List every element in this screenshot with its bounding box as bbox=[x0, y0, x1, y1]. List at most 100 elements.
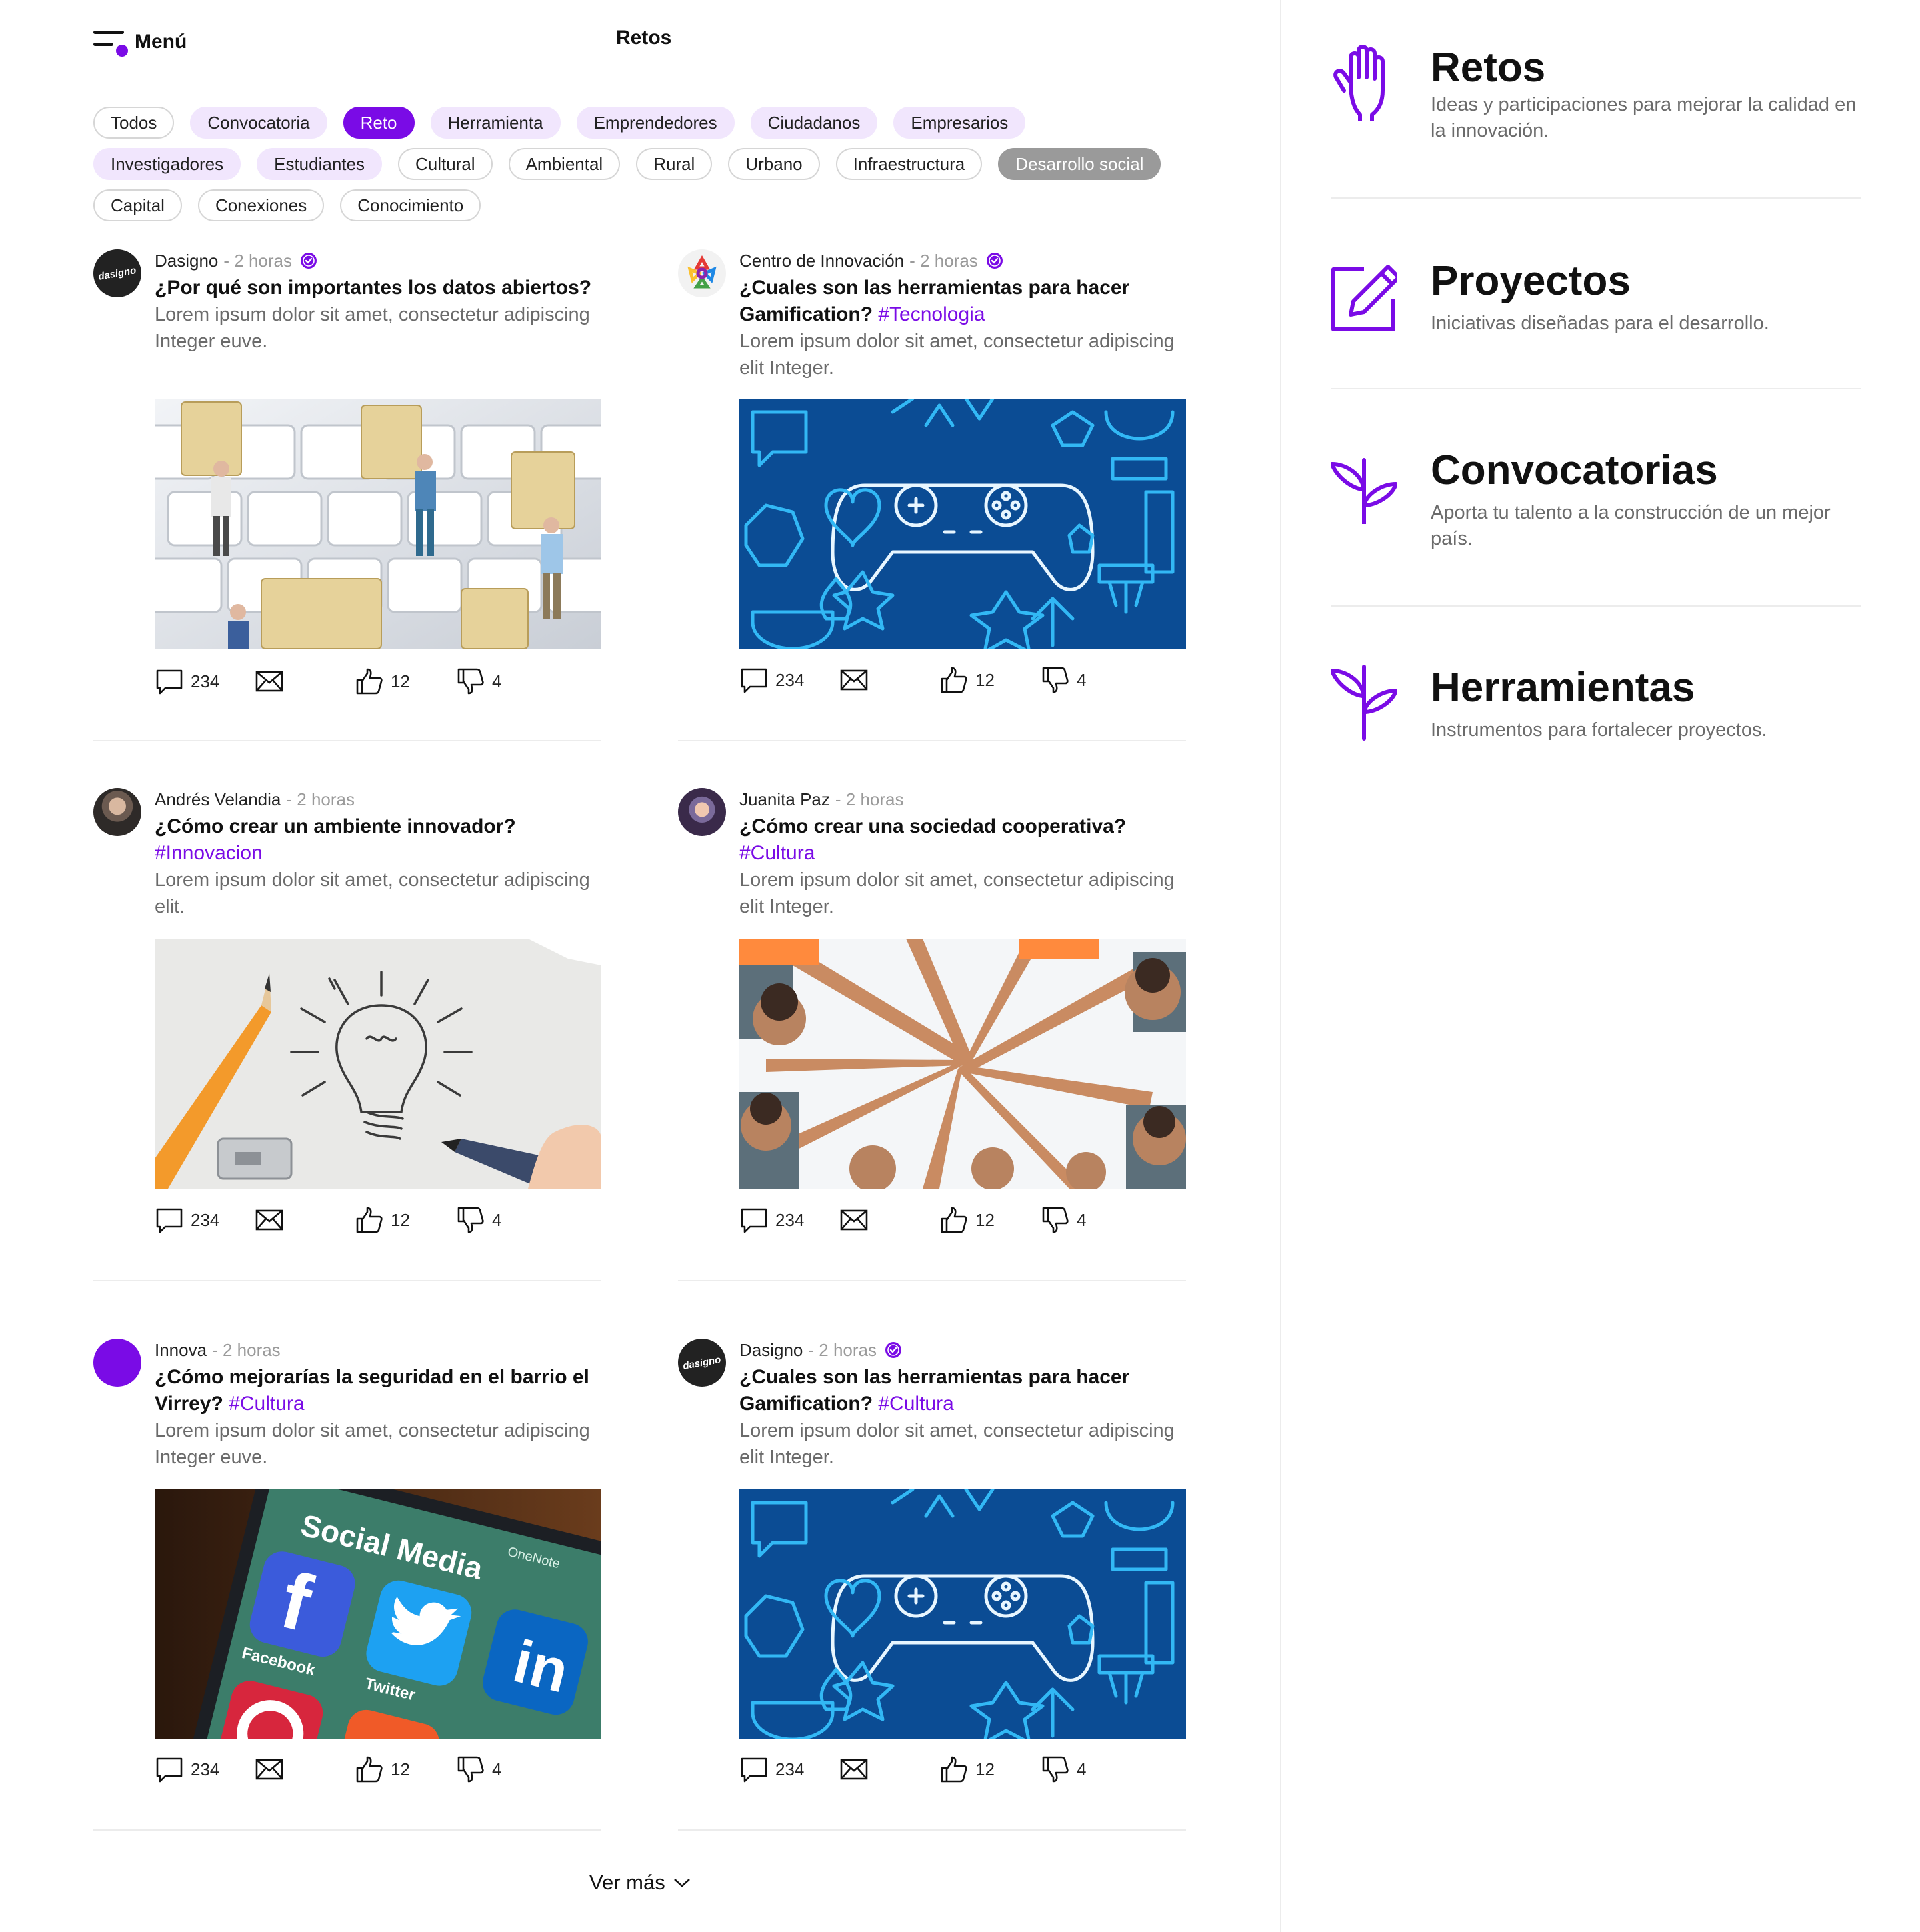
see-more-button[interactable]: Ver más bbox=[589, 1871, 691, 1895]
filter-chips: Todos Convocatoria Reto Herramienta Empr… bbox=[93, 107, 1227, 231]
chip-conexiones[interactable]: Conexiones bbox=[197, 189, 325, 221]
post-title[interactable]: ¿Por qué son importantes los datos abier… bbox=[155, 275, 608, 301]
comment-button[interactable]: 234 bbox=[155, 1753, 219, 1785]
chip-estudiantes[interactable]: Estudiantes bbox=[257, 148, 382, 180]
chip-capital[interactable]: Capital bbox=[93, 189, 182, 221]
share-mail-button[interactable] bbox=[255, 665, 284, 697]
sidebar-title: Herramientas bbox=[1431, 665, 1695, 711]
like-button[interactable]: 12 bbox=[939, 1204, 995, 1236]
post-title[interactable]: ¿Cuales son las herramientas para hacer … bbox=[739, 1364, 1193, 1417]
chip-ambiental[interactable]: Ambiental bbox=[508, 148, 621, 180]
chip-cultural[interactable]: Cultural bbox=[397, 148, 493, 180]
post-description: Lorem ipsum dolor sit amet, consectetur … bbox=[155, 869, 590, 917]
chip-todos[interactable]: Todos bbox=[93, 107, 175, 139]
comment-icon bbox=[155, 667, 184, 696]
like-button[interactable]: 12 bbox=[355, 665, 410, 697]
chip-urbano[interactable]: Urbano bbox=[728, 148, 820, 180]
share-mail-button[interactable] bbox=[255, 1204, 284, 1236]
chip-empresarios[interactable]: Empresarios bbox=[893, 107, 1026, 139]
like-button[interactable]: 12 bbox=[355, 1204, 410, 1236]
chip-infraestructura[interactable]: Infraestructura bbox=[835, 148, 983, 180]
mail-icon bbox=[255, 1755, 284, 1784]
thumbs-down-icon bbox=[456, 1755, 485, 1784]
post-image[interactable]: Social Media OneNote f Facebook Twitter … bbox=[155, 1489, 601, 1739]
author-name[interactable]: Centro de Innovación bbox=[739, 251, 904, 271]
dislike-button[interactable]: 4 bbox=[1041, 664, 1086, 696]
share-mail-button[interactable] bbox=[839, 1204, 869, 1236]
share-mail-button[interactable] bbox=[255, 1753, 284, 1785]
author-name[interactable]: Dasigno bbox=[739, 1340, 803, 1361]
post-description: Lorem ipsum dolor sit amet, consectetur … bbox=[155, 304, 590, 352]
hashtag-link[interactable]: #Cultura bbox=[229, 1393, 304, 1415]
chip-desarrollo-social[interactable]: Desarrollo social bbox=[998, 148, 1161, 180]
sidebar-description: Iniciativas diseñadas para el desarrollo… bbox=[1431, 313, 1769, 334]
post-title[interactable]: ¿Cómo crear una sociedad cooperativa? #Cu… bbox=[739, 813, 1193, 867]
hand-icon bbox=[1333, 45, 1385, 121]
post-title[interactable]: ¿Cómo crear un ambiente innovador? #Innov… bbox=[155, 813, 608, 867]
mail-icon bbox=[839, 1205, 869, 1235]
dislike-button[interactable]: 4 bbox=[1041, 1204, 1086, 1236]
chip-rural[interactable]: Rural bbox=[636, 148, 713, 180]
like-button[interactable]: 12 bbox=[939, 664, 995, 696]
post-time: - 2 horas bbox=[808, 1339, 877, 1360]
author-name[interactable]: Juanita Paz bbox=[739, 789, 830, 810]
thumbs-up-icon bbox=[939, 665, 969, 695]
post-time: - 2 horas bbox=[212, 1339, 281, 1360]
menu-button[interactable]: Menú bbox=[93, 27, 187, 57]
chip-herramienta[interactable]: Herramienta bbox=[430, 107, 561, 139]
comment-button[interactable]: 234 bbox=[739, 664, 804, 696]
chip-reto[interactable]: Reto bbox=[343, 107, 415, 139]
chip-conocimiento[interactable]: Conocimiento bbox=[340, 189, 481, 221]
like-button[interactable]: 12 bbox=[939, 1753, 995, 1785]
mail-icon bbox=[255, 667, 284, 696]
hashtag-link[interactable]: #Tecnologia bbox=[878, 303, 985, 325]
post-actions: 234 12 4 bbox=[155, 1753, 601, 1785]
hashtag-link[interactable]: #Cultura bbox=[878, 1393, 953, 1415]
sidebar-description: Aporta tu talento a la construcción de u… bbox=[1431, 502, 1831, 549]
post-time: - 2 horas bbox=[286, 789, 355, 809]
post-meta: Juanita Paz - 2 horas bbox=[739, 788, 1193, 811]
chip-ciudadanos[interactable]: Ciudadanos bbox=[750, 107, 878, 139]
avatar bbox=[678, 249, 726, 297]
post-image[interactable] bbox=[739, 399, 1186, 649]
author-name[interactable]: Innova bbox=[155, 1340, 207, 1361]
dislike-button[interactable]: 4 bbox=[456, 665, 501, 697]
post-image[interactable] bbox=[739, 1489, 1186, 1739]
dislike-button[interactable]: 4 bbox=[456, 1753, 501, 1785]
divider bbox=[678, 1280, 1186, 1281]
chip-emprendedores[interactable]: Emprendedores bbox=[576, 107, 735, 139]
comment-button[interactable]: 234 bbox=[155, 665, 219, 697]
comment-icon bbox=[155, 1205, 184, 1235]
avatar bbox=[678, 788, 726, 836]
comment-icon bbox=[739, 1755, 769, 1784]
avatar: dasigno bbox=[678, 1339, 726, 1387]
post-title[interactable]: ¿Cómo mejorarías la seguridad en el barr… bbox=[155, 1364, 608, 1417]
post-image[interactable] bbox=[155, 399, 601, 649]
menu-icon bbox=[93, 27, 128, 57]
dislike-button[interactable]: 4 bbox=[456, 1204, 501, 1236]
post-time: - 2 horas bbox=[223, 250, 293, 271]
share-mail-button[interactable] bbox=[839, 664, 869, 696]
thumbs-down-icon bbox=[1041, 1755, 1070, 1784]
post-image[interactable] bbox=[739, 939, 1186, 1189]
post-actions: 234 12 4 bbox=[739, 1204, 1186, 1236]
divider bbox=[93, 1829, 601, 1831]
chip-convocatoria[interactable]: Convocatoria bbox=[190, 107, 327, 139]
comment-button[interactable]: 234 bbox=[739, 1204, 804, 1236]
dislike-button[interactable]: 4 bbox=[1041, 1753, 1086, 1785]
author-name[interactable]: Andrés Velandia bbox=[155, 789, 281, 810]
hashtag-link[interactable]: #Innovacion bbox=[155, 842, 263, 864]
author-name[interactable]: Dasigno bbox=[155, 251, 218, 271]
comment-button[interactable]: 234 bbox=[155, 1204, 219, 1236]
post-actions: 234 12 4 bbox=[739, 664, 1186, 696]
share-mail-button[interactable] bbox=[839, 1753, 869, 1785]
post-title[interactable]: ¿Cuales son las herramientas para hacer … bbox=[739, 275, 1193, 328]
post-actions: 234 12 4 bbox=[739, 1753, 1186, 1785]
sidebar-description: Ideas y participaciones para mejorar la … bbox=[1431, 94, 1857, 141]
chip-investigadores[interactable]: Investigadores bbox=[93, 148, 241, 180]
like-button[interactable]: 12 bbox=[355, 1753, 410, 1785]
comment-button[interactable]: 234 bbox=[739, 1753, 804, 1785]
post-image[interactable] bbox=[155, 939, 601, 1189]
hashtag-link[interactable]: #Cultura bbox=[739, 842, 815, 864]
verified-badge-icon bbox=[986, 252, 1003, 269]
